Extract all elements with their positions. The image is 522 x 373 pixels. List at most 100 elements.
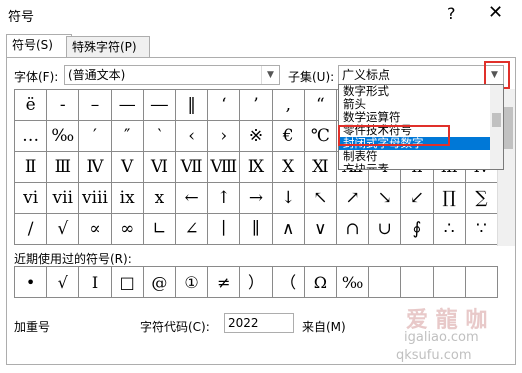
dropdown-scrollbar[interactable] [490, 85, 503, 169]
recent-symbol-cell[interactable] [465, 267, 498, 298]
code-label: 字符代码(C): [140, 320, 210, 334]
symbol-cell[interactable]: ∟ [143, 214, 176, 245]
symbol-cell[interactable]: Ⅴ [111, 152, 144, 183]
symbol-cell[interactable]: ― [143, 90, 176, 121]
symbol-cell[interactable]: ⅸ [111, 183, 144, 214]
symbol-cell[interactable]: ë [15, 90, 48, 121]
symbol-cell[interactable]: ‘ [208, 90, 241, 121]
recent-symbol-cell[interactable]: ‰ [337, 267, 370, 298]
symbol-cell[interactable]: ‹ [176, 121, 209, 152]
symbol-cell[interactable]: → [240, 183, 273, 214]
symbol-cell[interactable]: ′ [79, 121, 112, 152]
subset-label: 子集(U): [288, 70, 335, 84]
recent-symbol-cell[interactable] [369, 267, 402, 298]
recent-label: 近期使用过的符号(R): [14, 252, 132, 266]
symbol-cell[interactable]: ‖ [176, 90, 209, 121]
symbol-cell[interactable]: ∣ [208, 214, 241, 245]
symbol-cell[interactable]: ∮ [401, 214, 434, 245]
recent-symbol-cell[interactable] [401, 267, 434, 298]
recent-symbol-cell[interactable]: • [15, 267, 48, 298]
recent-symbol-cell[interactable] [433, 267, 466, 298]
symbol-cell[interactable]: ∪ [369, 214, 402, 245]
subset-value: 广义标点 [342, 68, 391, 82]
symbol-cell[interactable]: Ⅷ [208, 152, 241, 183]
symbol-cell[interactable]: ∵ [465, 214, 498, 245]
character-name: 加重号 [14, 320, 51, 334]
recent-symbol-cell[interactable]: ① [176, 267, 209, 298]
symbol-cell[interactable]: ∠ [176, 214, 209, 245]
symbol-cell[interactable]: ‚ [272, 90, 305, 121]
symbol-cell[interactable]: … [15, 121, 48, 152]
symbol-cell[interactable]: √ [47, 214, 80, 245]
recent-symbol-cell[interactable]: （ [272, 267, 305, 298]
symbol-cell[interactable]: ↑ [208, 183, 241, 214]
character-code-input[interactable]: 2022 [224, 313, 294, 333]
symbol-cell[interactable]: Ⅱ [15, 152, 48, 183]
symbol-cell[interactable]: Ⅲ [47, 152, 80, 183]
recent-symbol-cell[interactable]: ） [240, 267, 273, 298]
symbol-cell[interactable]: ’ [240, 90, 273, 121]
recent-symbol-cell[interactable]: ≠ [208, 267, 241, 298]
recent-symbol-cell[interactable]: √ [47, 267, 80, 298]
symbol-cell[interactable]: ⅵ [15, 183, 48, 214]
symbol-cell[interactable]: Ⅶ [176, 152, 209, 183]
recent-symbols: • √ Ⅰ □ @ ① ≠）（Ω ‰ [14, 266, 498, 298]
dropdown-item[interactable]: 方块元素 [339, 163, 503, 170]
symbol-cell[interactable]: ∕ [15, 214, 48, 245]
symbol-cell[interactable]: ∴ [433, 214, 466, 245]
recent-symbol-cell[interactable]: Ⅰ [79, 267, 112, 298]
symbol-cell[interactable]: Ⅵ [143, 152, 176, 183]
symbol-cell[interactable]: ※ [240, 121, 273, 152]
watermark-line3: qksufu.com [396, 348, 472, 363]
symbol-cell[interactable]: ↓ [272, 183, 305, 214]
symbol-cell[interactable]: - [47, 90, 80, 121]
symbol-cell[interactable]: ← [176, 183, 209, 214]
symbol-cell[interactable]: ∏ [433, 183, 466, 214]
symbol-cell[interactable]: Ⅹ [272, 152, 305, 183]
symbol-cell[interactable]: ↙ [401, 183, 434, 214]
symbol-cell[interactable]: ↗ [337, 183, 370, 214]
watermark-line2: igaliao.com [404, 330, 479, 345]
symbol-cell[interactable]: ℃ [304, 121, 337, 152]
symbol-cell[interactable]: ∩ [337, 214, 370, 245]
symbol-cell[interactable]: Ⅸ [240, 152, 273, 183]
symbol-cell[interactable]: ‰ [47, 121, 80, 152]
symbol-cell[interactable]: ⅶ [47, 183, 80, 214]
symbol-cell[interactable]: Ⅺ [304, 152, 337, 183]
symbol-cell[interactable]: ⅹ [143, 183, 176, 214]
highlight-box [338, 125, 450, 146]
symbol-cell[interactable]: ↘ [369, 183, 402, 214]
symbol-cell[interactable]: ‵ [143, 121, 176, 152]
font-value: (普通文本) [68, 68, 126, 82]
symbol-cell[interactable]: › [208, 121, 241, 152]
help-button[interactable]: ? [447, 4, 456, 23]
symbol-cell[interactable]: ∥ [240, 214, 273, 245]
from-label: 来自(M) [302, 320, 346, 334]
symbol-cell[interactable]: ″ [111, 121, 144, 152]
subset-select[interactable]: 广义标点 ▼ [338, 65, 504, 85]
title-bar: 符号 ? ✕ [0, 0, 522, 30]
recent-symbol-cell[interactable]: Ω [304, 267, 337, 298]
tab-symbols[interactable]: 符号(S) [6, 34, 72, 57]
symbol-cell[interactable]: — [111, 90, 144, 121]
close-button[interactable]: ✕ [488, 2, 503, 23]
symbol-cell[interactable]: ⅷ [79, 183, 112, 214]
tab-special-characters[interactable]: 特殊字符(P) [66, 36, 150, 57]
symbol-cell[interactable]: ∞ [111, 214, 144, 245]
font-select[interactable]: (普通文本) ▼ [64, 65, 280, 85]
window-title: 符号 [8, 10, 35, 25]
scroll-thumb[interactable] [492, 113, 501, 127]
symbol-cell[interactable]: ∨ [304, 214, 337, 245]
font-label: 字体(F): [14, 70, 59, 84]
symbol-cell[interactable]: “ [304, 90, 337, 121]
recent-symbol-cell[interactable]: □ [111, 267, 144, 298]
symbol-cell[interactable]: Ⅳ [79, 152, 112, 183]
chevron-down-icon[interactable]: ▼ [261, 66, 279, 84]
symbol-cell[interactable]: ↖ [304, 183, 337, 214]
symbol-cell[interactable]: – [79, 90, 112, 121]
recent-symbol-cell[interactable]: @ [143, 267, 176, 298]
symbol-cell[interactable]: ∧ [272, 214, 305, 245]
symbol-cell[interactable]: ∝ [79, 214, 112, 245]
symbol-cell[interactable]: ∑ [465, 183, 498, 214]
symbol-cell[interactable]: € [272, 121, 305, 152]
